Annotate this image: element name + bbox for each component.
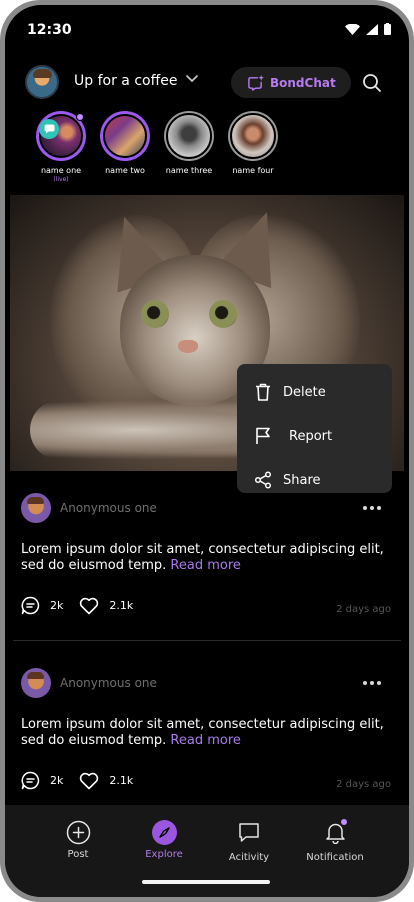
chat-bubble-icon [239, 822, 259, 842]
status-time: 12:30 [27, 22, 72, 38]
trash-icon [253, 383, 273, 401]
menu-item-report[interactable]: Report [237, 414, 392, 458]
live-chat-icon [39, 119, 59, 139]
top-header: Up for a coffee BondChat [5, 57, 409, 105]
story-ring [36, 111, 86, 161]
chat-sparkle-icon [248, 74, 264, 91]
nav-label: Notification [306, 852, 364, 863]
post-divider [13, 640, 401, 641]
like-count: 2.1k [109, 774, 134, 787]
menu-item-label: Delete [283, 384, 326, 400]
notification-dot [341, 819, 347, 825]
comment-count: 2k [50, 774, 64, 787]
story-ring [100, 111, 150, 161]
story-thumbnail [230, 113, 276, 159]
story-ring [228, 111, 278, 161]
heart-icon[interactable] [79, 772, 99, 790]
post-actions: 2k 2.1k [21, 771, 149, 790]
author-avatar[interactable] [21, 668, 51, 698]
story-item[interactable]: name two [93, 111, 157, 175]
story-name: name one [40, 166, 82, 175]
story-thumbnail [103, 114, 147, 158]
nav-label: Post [67, 849, 89, 860]
post-text: Lorem ipsum dolor sit amet, consectetur … [21, 542, 401, 574]
nav-item-notification[interactable]: Notification [295, 819, 375, 863]
story-name: name four [232, 166, 274, 175]
comment-icon[interactable] [21, 596, 40, 615]
wifi-icon [345, 23, 360, 35]
menu-item-label: Share [283, 472, 321, 488]
menu-item-share[interactable]: Share [237, 458, 392, 502]
online-dot [76, 113, 84, 121]
story-thumbnail [166, 113, 212, 159]
post-timestamp: 2 days ago [336, 604, 391, 615]
menu-item-label: Report [289, 428, 333, 444]
compass-icon [151, 819, 177, 845]
post-actions: 2k 2.1k [21, 596, 149, 615]
share-icon [253, 471, 273, 489]
bondchat-label: BondChat [270, 75, 336, 90]
story-item[interactable]: name four [221, 111, 285, 175]
author-avatar[interactable] [21, 493, 51, 523]
menu-item-delete[interactable]: Delete [237, 370, 392, 414]
author-name[interactable]: Anonymous one [60, 676, 157, 690]
story-ring [164, 111, 214, 161]
status-icons [345, 23, 391, 35]
nav-item-explore[interactable]: Explore [124, 819, 204, 860]
post-text: Lorem ipsum dolor sit amet, consectetur … [21, 717, 401, 749]
nav-item-activity[interactable]: Acitivity [209, 819, 289, 863]
post-timestamp: 2 days ago [336, 779, 391, 790]
story-name: name two [105, 166, 145, 175]
comment-icon[interactable] [21, 771, 40, 790]
heart-icon[interactable] [79, 597, 99, 615]
image-detail [178, 340, 198, 353]
cellular-signal-icon [366, 23, 378, 35]
image-detail [141, 300, 169, 328]
status-bar: 12:30 [5, 5, 409, 55]
more-options-icon[interactable] [363, 681, 381, 685]
stories-row: name one (live) name two name three name… [5, 111, 409, 191]
battery-icon [384, 23, 391, 35]
nav-label: Explore [145, 849, 183, 860]
story-live-label: (live) [53, 176, 69, 183]
comment-count: 2k [50, 599, 64, 612]
story-item[interactable]: name three [157, 111, 221, 175]
status-title[interactable]: Up for a coffee [74, 73, 177, 89]
plus-circle-icon [66, 820, 90, 844]
nav-item-post[interactable]: Post [38, 819, 118, 860]
story-name: name three [165, 166, 213, 175]
image-detail [209, 300, 237, 328]
chevron-down-icon[interactable] [185, 69, 199, 88]
user-avatar[interactable] [25, 65, 59, 99]
read-more-link[interactable]: Read more [170, 733, 240, 748]
search-icon[interactable] [362, 73, 382, 97]
post-options-menu: Delete Report Share [237, 364, 392, 493]
author-name[interactable]: Anonymous one [60, 501, 157, 515]
read-more-link[interactable]: Read more [170, 558, 240, 573]
app-screen: 12:30 Up for a coffee BondChat name one … [5, 5, 409, 897]
phone-frame: 12:30 Up for a coffee BondChat name one … [0, 0, 414, 902]
bondchat-button[interactable]: BondChat [231, 67, 351, 98]
more-options-icon[interactable] [363, 506, 381, 510]
like-count: 2.1k [109, 599, 134, 612]
nav-label: Acitivity [228, 852, 270, 863]
flag-icon [253, 427, 273, 445]
story-item[interactable]: name one (live) [29, 111, 93, 183]
home-indicator[interactable] [142, 880, 270, 884]
